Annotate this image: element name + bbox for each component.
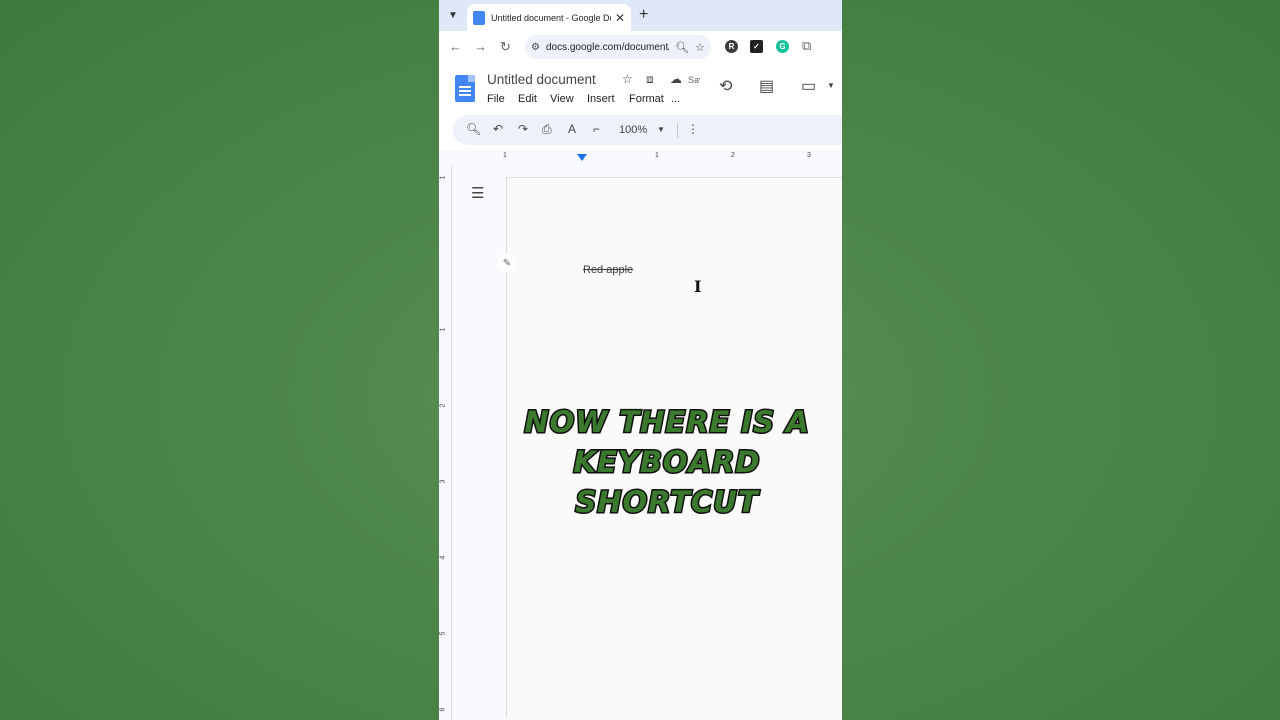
text-cursor-icon: I <box>694 277 702 296</box>
omnibox[interactable]: ⚙ docs.google.com/document/d/ 🔍︎ ☆ <box>525 35 711 59</box>
menu-file[interactable]: File <box>487 93 505 105</box>
url-text[interactable]: docs.google.com/document/d/ <box>546 42 669 53</box>
vruler-number: 1 <box>439 175 447 180</box>
saved-status: Saved <box>688 75 700 85</box>
comments-icon[interactable]: ▤ <box>759 76 774 96</box>
menu-edit[interactable]: Edit <box>518 93 537 105</box>
grammarly-icon[interactable]: G <box>776 40 789 53</box>
docs-header: Untitled document ☆ ⧈ ☁ Saved File Edit … <box>439 63 842 115</box>
star-icon[interactable]: ☆ <box>622 72 633 86</box>
ruler-number: 1 <box>503 152 507 159</box>
version-history-icon[interactable]: ⟲ <box>719 76 732 96</box>
zoom-dropdown-icon[interactable]: ▼ <box>657 125 665 134</box>
video-caption: Now there is a keyboard shortcut <box>523 404 810 521</box>
address-bar-row: ← → ↻ ⚙ docs.google.com/document/d/ 🔍︎ ☆… <box>439 31 842 63</box>
reload-icon[interactable]: ↻ <box>500 39 511 55</box>
ruler-number: 1 <box>655 152 659 159</box>
browser-window: ▼ Untitled document - Google Docs ✕ + ← … <box>439 0 842 720</box>
tab-search-dropdown-icon[interactable]: ▼ <box>443 5 463 25</box>
redo-icon[interactable]: ↷ <box>518 122 528 136</box>
tab-strip: ▼ Untitled document - Google Docs ✕ + <box>439 0 842 31</box>
indent-marker-icon[interactable] <box>577 154 587 161</box>
paint-format-icon[interactable]: ⌐ <box>593 122 600 136</box>
vruler-number: 1 <box>439 327 447 332</box>
ruler-number: 3 <box>807 152 811 159</box>
zoom-icon[interactable]: 🔍︎ <box>675 41 689 54</box>
horizontal-ruler: 1 1 2 3 <box>439 150 842 167</box>
vruler-number: 5 <box>439 631 447 636</box>
edit-pencil-icon[interactable]: ✎ <box>498 254 516 272</box>
meet-dropdown-icon[interactable]: ▼ <box>827 81 835 90</box>
document-text[interactable]: Red apple <box>583 264 633 276</box>
docs-favicon-icon <box>473 10 485 25</box>
extension-check-icon[interactable]: ✓ <box>750 40 763 53</box>
document-page[interactable]: Red apple I Now there is a keyboard shor… <box>506 177 842 718</box>
menu-more[interactable]: ... <box>671 93 680 105</box>
document-outline-icon[interactable]: ☰ <box>471 184 484 202</box>
extension-r-icon[interactable]: R <box>725 40 738 53</box>
more-options-icon[interactable]: ⋮ <box>687 122 699 136</box>
new-tab-icon[interactable]: + <box>639 6 648 24</box>
menu-format[interactable]: Format <box>629 93 664 105</box>
vruler-number: 3 <box>439 479 447 484</box>
print-icon[interactable]: ⎙ <box>542 122 552 137</box>
vruler-number: 4 <box>439 555 447 560</box>
back-icon[interactable]: ← <box>449 39 462 54</box>
document-title[interactable]: Untitled document <box>487 72 596 87</box>
close-tab-icon[interactable]: ✕ <box>615 11 625 25</box>
site-info-icon[interactable]: ⚙ <box>531 42 540 53</box>
bookmark-star-icon[interactable]: ☆ <box>695 41 705 54</box>
search-menus-icon[interactable]: 🔍︎ <box>466 122 481 136</box>
spellcheck-icon[interactable]: A <box>568 122 576 136</box>
vruler-number: 6 <box>439 707 447 712</box>
extensions-puzzle-icon[interactable]: ⧉ <box>802 38 811 54</box>
move-folder-icon[interactable]: ⧈ <box>646 72 654 87</box>
cloud-saved-icon: ☁ <box>670 72 682 86</box>
vertical-ruler: 1 1 2 3 4 5 6 <box>439 166 452 720</box>
menu-view[interactable]: View <box>550 93 574 105</box>
menu-insert[interactable]: Insert <box>587 93 615 105</box>
meet-video-icon[interactable]: ▭ <box>801 76 816 96</box>
document-canvas: 1 1 2 3 4 5 6 ☰ Red apple I Now there is… <box>439 166 842 720</box>
tab-title: Untitled document - Google Docs <box>491 12 611 23</box>
forward-icon[interactable]: → <box>474 39 487 54</box>
formatting-toolbar: 🔍︎ ↶ ↷ ⎙ A ⌐ 100% ▼ ⋮ <box>453 115 842 145</box>
vruler-number: 2 <box>439 403 447 408</box>
undo-icon[interactable]: ↶ <box>493 122 503 136</box>
tab-docs[interactable]: Untitled document - Google Docs ✕ <box>467 4 631 31</box>
docs-logo-icon[interactable] <box>455 75 475 102</box>
ruler-number: 2 <box>731 152 735 159</box>
toolbar-divider <box>677 123 678 138</box>
zoom-select[interactable]: 100% <box>619 124 647 136</box>
